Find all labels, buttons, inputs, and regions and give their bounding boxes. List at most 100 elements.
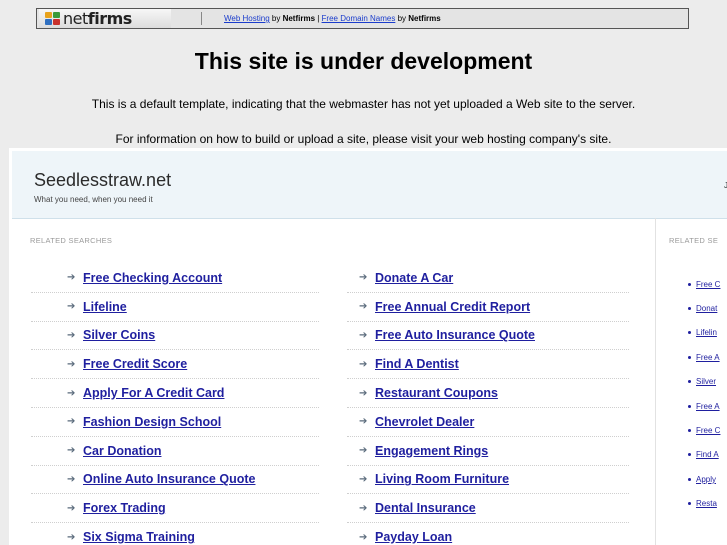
related-link[interactable]: Car Donation: [83, 444, 161, 458]
related-link[interactable]: Free Credit Score: [83, 357, 187, 371]
related-link[interactable]: Lifelin: [696, 328, 717, 337]
list-item: ➔ Six Sigma Training: [31, 523, 319, 545]
related-link[interactable]: Forex Trading: [83, 501, 166, 515]
right-related-links: Free C Donat Lifelin Free A Silver Free …: [688, 272, 720, 516]
related-link[interactable]: Living Room Furniture: [375, 472, 509, 486]
related-link[interactable]: Apply: [696, 475, 716, 484]
related-link[interactable]: Engagement Rings: [375, 444, 488, 458]
page: netfirms Web Hosting by Netfirms | Free …: [0, 0, 727, 545]
arrow-right-icon: ➔: [359, 301, 368, 313]
bullet-icon: [688, 282, 691, 286]
arrow-right-icon: ➔: [67, 329, 76, 341]
list-item: ➔ Free Auto Insurance Quote: [347, 322, 629, 351]
related-link[interactable]: Chevrolet Dealer: [375, 415, 474, 429]
list-item: Free C: [688, 272, 720, 296]
arrow-right-icon: ➔: [359, 358, 368, 370]
netfirms-bar: netfirms Web Hosting by Netfirms | Free …: [36, 8, 689, 29]
list-item: Free A: [688, 345, 720, 369]
list-item: ➔ Free Annual Credit Report: [347, 293, 629, 322]
list-item: ➔ Living Room Furniture: [347, 466, 629, 495]
bullet-icon: [688, 331, 691, 335]
related-link[interactable]: Find A Dentist: [375, 357, 459, 371]
list-item: ➔ Silver Coins: [31, 322, 319, 351]
related-links-column-2: ➔ Donate A Car ➔ Free Annual Credit Report…: [347, 264, 629, 545]
related-searches-label-right: RELATED SE: [669, 236, 719, 245]
related-link[interactable]: Silver: [696, 377, 716, 386]
domain-name[interactable]: Seedlesstraw.net: [34, 170, 171, 191]
related-link[interactable]: Free C: [696, 426, 720, 435]
related-link[interactable]: Free Auto Insurance Quote: [375, 328, 535, 342]
netfirms-logo-icon: [45, 11, 61, 26]
by-text: by: [269, 14, 283, 23]
netfirms-logo[interactable]: netfirms: [39, 9, 171, 28]
related-link[interactable]: Payday Loan: [375, 530, 452, 544]
arrow-right-icon: ➔: [359, 502, 368, 514]
list-item: ➔ Dental Insurance: [347, 494, 629, 524]
related-link[interactable]: Silver Coins: [83, 328, 155, 342]
list-item: Silver: [688, 370, 720, 394]
list-item: ➔ Find A Dentist: [347, 350, 629, 380]
bar-divider: [201, 12, 202, 25]
related-link[interactable]: Apply For A Credit Card: [83, 386, 224, 400]
related-links-column-1: ➔ Free Checking Account ➔ Lifeline ➔ Silver…: [31, 264, 319, 545]
bullet-icon: [688, 380, 691, 384]
parked-header: Seedlesstraw.net What you need, when you…: [12, 151, 727, 219]
related-link[interactable]: Lifeline: [83, 300, 127, 314]
related-link[interactable]: Resta: [696, 499, 717, 508]
related-link[interactable]: Find A: [696, 450, 719, 459]
related-link[interactable]: Free A: [696, 402, 720, 411]
arrow-right-icon: ➔: [67, 502, 76, 514]
related-link[interactable]: Online Auto Insurance Quote: [83, 472, 255, 486]
related-link[interactable]: Donate A Car: [375, 271, 453, 285]
related-link[interactable]: Free Checking Account: [83, 271, 222, 285]
free-domain-names-link[interactable]: Free Domain Names: [322, 14, 396, 23]
list-item: ➔ Free Checking Account: [31, 264, 319, 293]
list-item: ➔ Free Credit Score: [31, 350, 319, 380]
column-divider: [655, 218, 656, 545]
arrow-right-icon: ➔: [359, 272, 368, 284]
bullet-icon: [688, 355, 691, 359]
arrow-right-icon: ➔: [67, 387, 76, 399]
list-item: ➔ Donate A Car: [347, 264, 629, 293]
bullet-icon: [688, 502, 691, 506]
list-item: ➔ Forex Trading: [31, 494, 319, 524]
arrow-right-icon: ➔: [67, 358, 76, 370]
related-link[interactable]: Free Annual Credit Report: [375, 300, 530, 314]
bullet-icon: [688, 404, 691, 408]
list-item: Apply: [688, 467, 720, 491]
netfirms-brand: Netfirms: [408, 14, 441, 23]
arrow-right-icon: ➔: [359, 416, 368, 428]
bullet-icon: [688, 453, 691, 457]
web-hosting-link[interactable]: Web Hosting: [224, 14, 270, 23]
bullet-icon: [688, 477, 691, 481]
arrow-right-icon: ➔: [359, 329, 368, 341]
arrow-right-icon: ➔: [67, 301, 76, 313]
arrow-right-icon: ➔: [67, 416, 76, 428]
list-item: Resta: [688, 492, 720, 516]
list-item: Free C: [688, 418, 720, 442]
list-item: ➔ Engagement Rings: [347, 437, 629, 466]
arrow-right-icon: ➔: [67, 531, 76, 543]
list-item: ➔ Online Auto Insurance Quote: [31, 466, 319, 495]
related-link[interactable]: Free C: [696, 280, 720, 289]
list-item: ➔ Fashion Design School: [31, 408, 319, 437]
bullet-icon: [688, 307, 691, 311]
list-item: ➔ Chevrolet Dealer: [347, 408, 629, 437]
related-link[interactable]: Six Sigma Training: [83, 530, 195, 544]
parked-domain-frame: Seedlesstraw.net What you need, when you…: [9, 148, 727, 545]
arrow-right-icon: ➔: [359, 531, 368, 543]
arrow-right-icon: ➔: [67, 445, 76, 457]
arrow-right-icon: ➔: [67, 272, 76, 284]
list-item: ➔ Payday Loan: [347, 523, 629, 545]
arrow-right-icon: ➔: [67, 473, 76, 485]
related-link[interactable]: Restaurant Coupons: [375, 386, 498, 400]
related-searches-label: RELATED SEARCHES: [30, 236, 113, 245]
related-link[interactable]: Fashion Design School: [83, 415, 221, 429]
netfirms-brand: Netfirms: [282, 14, 316, 23]
list-item: ➔ Car Donation: [31, 437, 319, 466]
related-link[interactable]: Free A: [696, 353, 720, 362]
list-item: ➔ Lifeline: [31, 293, 319, 322]
related-link[interactable]: Dental Insurance: [375, 501, 476, 515]
arrow-right-icon: ➔: [359, 473, 368, 485]
related-link[interactable]: Donat: [696, 304, 717, 313]
